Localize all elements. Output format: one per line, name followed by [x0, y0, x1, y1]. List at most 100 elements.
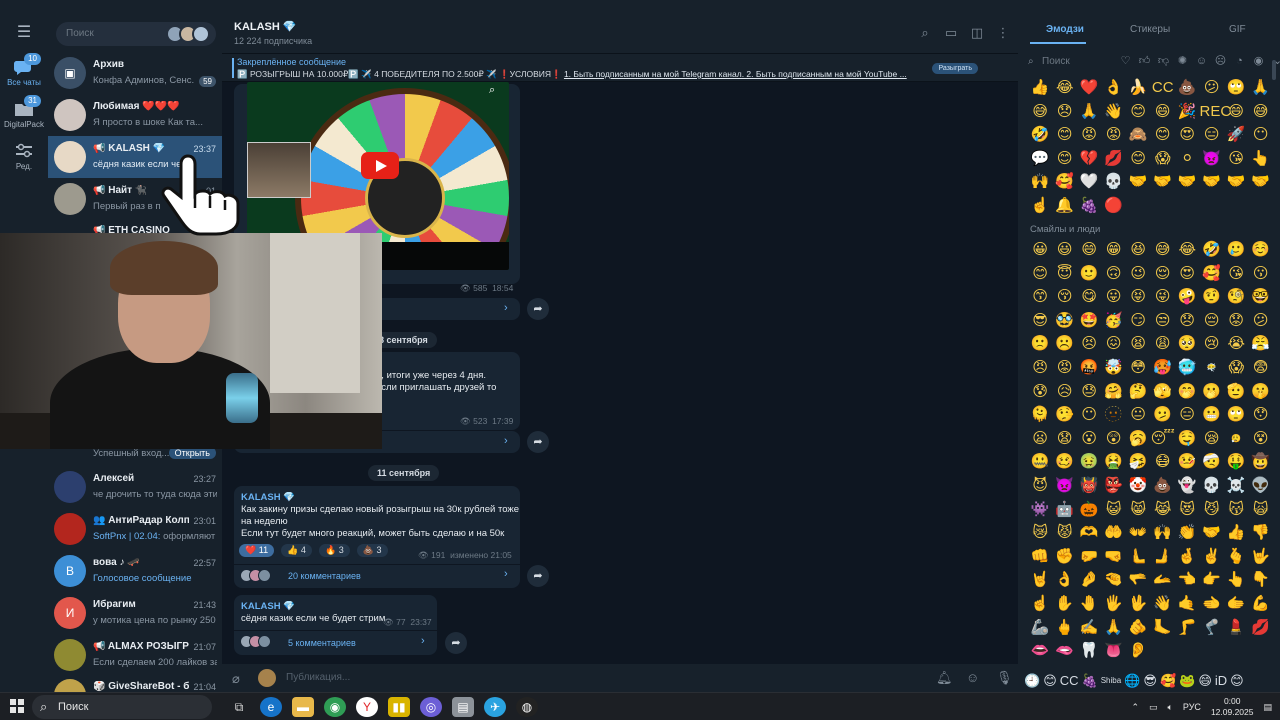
emoji-item[interactable]: REC [1200, 100, 1232, 124]
emoji-item[interactable]: 👇 [1249, 568, 1274, 592]
send-as-avatar[interactable] [258, 669, 276, 687]
emoji-item[interactable]: 👿 [1200, 147, 1225, 171]
emoji-item[interactable]: 😊 [1126, 100, 1151, 124]
folder-digitalpack[interactable]: 31 DigitalPack [0, 95, 48, 129]
emoji-item[interactable]: 🥵 [1151, 356, 1176, 380]
emoji-item[interactable]: 🫲 [1200, 592, 1225, 616]
emoji-item[interactable]: 😬 [1200, 403, 1225, 427]
emoji-item[interactable]: 😃 [1053, 238, 1078, 262]
emoji-item[interactable]: 🤐 [1028, 450, 1053, 474]
emoji-item[interactable]: 😮‍💨 [1224, 427, 1249, 451]
emoji-item[interactable]: 🤑 [1224, 450, 1249, 474]
emoji-item[interactable]: 🫵 [1126, 616, 1151, 640]
emoji-item[interactable]: 😞 [1053, 100, 1078, 124]
more-icon[interactable]: ⋮ [996, 26, 1010, 40]
emoji-item[interactable]: 😘 [1224, 262, 1249, 286]
bell-icon[interactable]: 🔔︎ [936, 670, 953, 686]
emoji-item[interactable]: 😮 [1077, 427, 1102, 451]
emoji-item[interactable]: 🤝 [1224, 170, 1249, 194]
emoji-item[interactable]: 🤮 [1102, 450, 1127, 474]
emoji-item[interactable]: 🤞 [1175, 545, 1200, 569]
emoji-set-icon[interactable]: CC [1060, 670, 1079, 692]
emoji-item[interactable]: 🙌 [1028, 170, 1053, 194]
emoji-item[interactable]: 😀 [1028, 238, 1053, 262]
tab-gif[interactable]: GIF [1229, 24, 1246, 35]
emoji-set-icon[interactable]: 🌐 [1124, 670, 1140, 692]
emoji-item[interactable]: 👉 [1200, 568, 1225, 592]
cool-icon[interactable]: ◉ [1251, 54, 1266, 69]
emoji-item[interactable]: 🫶 [1077, 521, 1102, 545]
emoji-item[interactable]: 😧 [1053, 427, 1078, 451]
emoji-item[interactable]: 🍌 [1126, 76, 1151, 100]
emoji-item[interactable]: 🎉 [1175, 100, 1200, 124]
emoji-set-icon[interactable]: 🕘 [1024, 670, 1040, 692]
emoji-item[interactable]: 🤠 [1249, 450, 1274, 474]
emoji-item[interactable]: 🥺 [1175, 332, 1200, 356]
emoji-set-icon[interactable]: iD [1215, 670, 1227, 692]
emoji-item[interactable]: ☹️ [1053, 332, 1078, 356]
emoji-item[interactable]: 🤝 [1200, 521, 1225, 545]
emoji-item[interactable]: 🥸 [1053, 309, 1078, 333]
emoji-item[interactable]: 🦾 [1028, 616, 1053, 640]
emoji-item[interactable]: 😈 [1028, 474, 1053, 498]
network-icon[interactable]: ▭ [1149, 702, 1158, 713]
emoji-item[interactable]: 🤲 [1102, 521, 1127, 545]
emoji-item[interactable]: 🦵 [1175, 616, 1200, 640]
emoji-item[interactable]: 🔴 [1102, 194, 1127, 218]
emoji-item[interactable]: 🤪 [1175, 285, 1200, 309]
emoji-item[interactable]: 🥴 [1053, 450, 1078, 474]
menu-icon[interactable]: ☰ [14, 22, 34, 42]
emoji-item[interactable]: 🥰 [1053, 170, 1078, 194]
tab-stickers[interactable]: Стикеры [1130, 24, 1170, 35]
tab-emoji[interactable]: Эмодзи [1046, 24, 1084, 35]
reaction-poop[interactable]: 💩 3 [356, 544, 388, 557]
language-indicator[interactable]: РУС [1183, 702, 1201, 712]
message-input[interactable]: Публикация... [286, 672, 350, 683]
chat-header[interactable]: KALASH 💎 12 224 подписчика ⌕ ▭ ◫ ⋮ [222, 0, 1018, 54]
chat-item-giveshare[interactable]: 🎲 GiveShareBot - бо... 21:04 [48, 674, 222, 692]
attach-icon[interactable]: ⌀ [232, 671, 240, 687]
emoji-item[interactable]: 🖕 [1053, 616, 1078, 640]
emoji-item[interactable]: 👊 [1028, 545, 1053, 569]
emoji-item[interactable]: 🤬 [1077, 356, 1102, 380]
emoji-item[interactable]: ✍️ [1077, 616, 1102, 640]
emoji-item[interactable]: 👆 [1249, 147, 1274, 171]
reaction-thumbs-up[interactable]: 👍 4 [281, 544, 312, 557]
emoji-item[interactable]: 😴 [1151, 427, 1176, 451]
emoji-item[interactable]: 🤭 [1175, 380, 1200, 404]
folder-all-chats[interactable]: 10 Все чаты [0, 53, 48, 87]
emoji-item[interactable]: 💔 [1077, 147, 1102, 171]
pinned-message[interactable]: Закреплённое сообщение 🅿️ РОЗЫГРЫШ НА 10… [222, 54, 1018, 82]
emoji-item[interactable]: 🤨 [1200, 285, 1225, 309]
emoji-item[interactable]: 🙄 [1224, 76, 1249, 100]
emoji-item[interactable]: 😯 [1249, 403, 1274, 427]
emoji-item[interactable]: 👽 [1249, 474, 1274, 498]
emoji-set-icon[interactable]: 🍇 [1082, 670, 1098, 692]
emoji-item[interactable]: 🤔 [1126, 380, 1151, 404]
emoji-item[interactable]: 😐 [1126, 403, 1151, 427]
emoji-item[interactable]: ❤️ [1077, 76, 1102, 100]
chat-item-archive[interactable]: ▣ Архив Конфа Админов, Сенс... 59 [48, 52, 222, 94]
emoji-item[interactable]: 😙 [1028, 285, 1053, 309]
emoji-item[interactable]: 🤚 [1077, 592, 1102, 616]
emoji-item[interactable]: 🙈 [1126, 123, 1151, 147]
folder-edit[interactable]: Ред. [0, 142, 48, 171]
reaction-heart[interactable]: ❤️ 11 [239, 544, 275, 557]
emoji-set-icon[interactable]: 😄 [1198, 670, 1212, 692]
celebration-icon[interactable]: ✺ [1175, 54, 1190, 69]
emoji-item[interactable]: 😥 [1053, 380, 1078, 404]
clock[interactable]: 0:00 12.09.2025 [1211, 696, 1254, 718]
emoji-item[interactable]: 😾 [1053, 521, 1078, 545]
emoji-item[interactable]: 🤝 [1200, 170, 1225, 194]
emoji-item[interactable]: 😵 [1249, 427, 1274, 451]
emoji-item[interactable]: 🙏 [1077, 100, 1102, 124]
emoji-item[interactable]: 🫴 [1151, 568, 1176, 592]
emoji-item[interactable]: 🥶 [1175, 356, 1200, 380]
emoji-item[interactable]: 🤓 [1249, 285, 1274, 309]
emoji-item[interactable]: 🖖 [1126, 592, 1151, 616]
emoji-item[interactable]: 💋 [1249, 616, 1274, 640]
thumbs-down-icon[interactable]: 👎︎ [1156, 54, 1171, 69]
emoji-item[interactable]: 😱 [1151, 147, 1176, 171]
app-icon[interactable]: ▮▮ [388, 697, 410, 717]
emoji-item[interactable]: 😄 [1224, 100, 1249, 124]
